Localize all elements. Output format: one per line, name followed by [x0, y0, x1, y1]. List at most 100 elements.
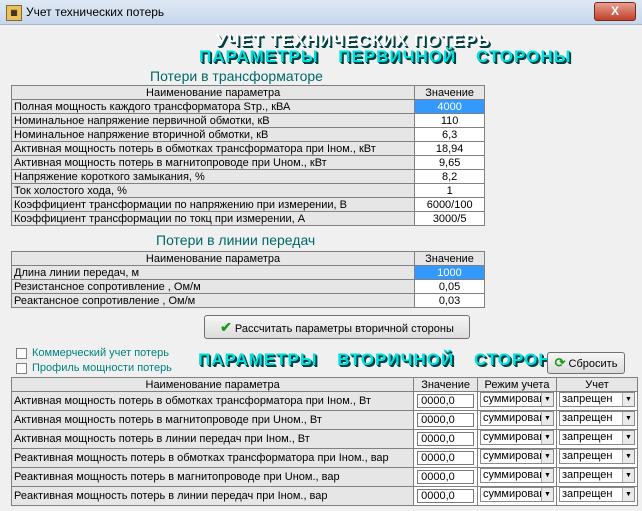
commercial-accounting-checkbox[interactable]: Коммерческий учет потерь: [16, 347, 169, 359]
col-header-account: Учет: [555, 377, 639, 392]
account-cell: запрещен ▼: [555, 410, 639, 430]
mode-cell: суммирован ▼: [476, 391, 557, 411]
transformer-table: Наименование параметра Значение Полная м…: [10, 85, 485, 226]
chevron-down-icon[interactable]: ▼: [621, 431, 634, 444]
param-value-cell[interactable]: 110: [414, 113, 485, 128]
param-value-cell[interactable]: 0,03: [414, 293, 485, 308]
mode-cell: суммирован ▼: [476, 429, 557, 449]
param-name: Резистансное сопротивление , Ом/м: [10, 279, 416, 294]
chevron-down-icon[interactable]: ▼: [540, 393, 553, 406]
table-row: Активная мощность потерь в обмотках тран…: [10, 391, 639, 411]
table-row: Полная мощность каждого трансформатора S…: [10, 99, 485, 114]
reset-button-label: Сбросить: [568, 358, 618, 370]
chevron-down-icon[interactable]: ▼: [540, 431, 553, 444]
calculate-secondary-button[interactable]: ✔ Рассчитать параметры вторичной стороны: [204, 315, 470, 339]
param-value-cell[interactable]: 3000/5: [414, 211, 485, 226]
mode-value: суммирован: [482, 412, 546, 424]
value-field[interactable]: 0000,0: [417, 413, 475, 427]
value-field[interactable]: 0000,0: [417, 489, 475, 503]
col-header-value: Значение: [414, 251, 485, 266]
chevron-down-icon[interactable]: ▼: [621, 469, 634, 482]
account-cell: запрещен ▼: [555, 486, 639, 506]
param-name: Активная мощность потерь в магнитопровод…: [10, 410, 415, 430]
col-header-name: Наименование параметра: [10, 251, 416, 266]
table-row: Активная мощность потерь в магнитопровод…: [10, 410, 639, 430]
chevron-down-icon[interactable]: ▼: [540, 469, 553, 482]
table-row: Номинальное напряжение вторичной обмотки…: [10, 127, 485, 142]
mode-value: суммирован: [482, 488, 546, 500]
param-name: Ток холостого хода, %: [10, 183, 416, 198]
account-dropdown[interactable]: запрещен ▼: [558, 468, 635, 483]
param-value-cell[interactable]: 0,05: [414, 279, 485, 294]
value-field[interactable]: 0000,0: [417, 451, 475, 465]
account-dropdown[interactable]: запрещен ▼: [558, 392, 635, 407]
param-value-cell[interactable]: 18,94: [414, 141, 485, 156]
account-value: запрещен: [561, 412, 613, 424]
account-cell: запрещен ▼: [555, 467, 639, 487]
refresh-icon: ⟳: [554, 355, 566, 370]
account-dropdown[interactable]: запрещен ▼: [558, 411, 635, 426]
param-name: Коэффициент трансформации по токц при из…: [10, 211, 416, 226]
param-name: Полная мощность каждого трансформатора S…: [10, 99, 416, 114]
mode-dropdown[interactable]: суммирован ▼: [479, 430, 554, 445]
chevron-down-icon[interactable]: ▼: [540, 488, 553, 501]
table-row: Реактансное сопротивление , Ом/м 0,03: [10, 293, 485, 308]
loss-profile-checkbox[interactable]: Профиль мощности потерь: [16, 362, 172, 374]
param-name: Коэффициент трансформации по напряжению …: [10, 197, 416, 212]
param-value-cell[interactable]: 4000: [414, 99, 485, 114]
value-field[interactable]: 0000,0: [417, 432, 475, 446]
param-name: Реактивная мощность потерь в линии перед…: [10, 486, 415, 506]
value-field[interactable]: 0000,0: [417, 394, 475, 408]
table-row: Активная мощность потерь в линии передач…: [10, 429, 639, 449]
account-value: запрещен: [561, 488, 613, 500]
value-cell: 0000,0: [413, 467, 478, 487]
account-dropdown[interactable]: запрещен ▼: [558, 487, 635, 502]
table-row: Номинальное напряжение первичной обмотки…: [10, 113, 485, 128]
table-row: Ток холостого хода, % 1: [10, 183, 485, 198]
client-area: УЧЕТ ТЕХНИЧЕСКИХ ПОТЕРЬ ПАРАМЕТРЫ ПЕРВИЧ…: [2, 25, 640, 509]
account-cell: запрещен ▼: [555, 429, 639, 449]
chevron-down-icon[interactable]: ▼: [540, 412, 553, 425]
app-icon: ▦: [6, 5, 22, 21]
param-value-cell[interactable]: 6,3: [414, 127, 485, 142]
chevron-down-icon[interactable]: ▼: [621, 412, 634, 425]
param-name: Напряжение короткого замыкания, %: [10, 169, 416, 184]
value-cell: 0000,0: [413, 410, 478, 430]
param-name: Реактивная мощность потерь в обмотках тр…: [10, 448, 415, 468]
value-cell: 0000,0: [413, 429, 478, 449]
account-dropdown[interactable]: запрещен ▼: [558, 430, 635, 445]
account-value: запрещен: [561, 393, 613, 405]
mode-dropdown[interactable]: суммирован ▼: [479, 449, 554, 464]
param-value-cell[interactable]: 1: [414, 183, 485, 198]
table-row: Напряжение короткого замыкания, % 8,2: [10, 169, 485, 184]
mode-value: суммирован: [482, 450, 546, 462]
table-row: Коэффициент трансформации по напряжению …: [10, 197, 485, 212]
mode-dropdown[interactable]: суммирован ▼: [479, 487, 554, 502]
param-name: Реактивная мощность потерь в магнитопров…: [10, 467, 415, 487]
mode-dropdown[interactable]: суммирован ▼: [479, 392, 554, 407]
table-row: Резистансное сопротивление , Ом/м 0,05: [10, 279, 485, 294]
col-header-name: Наименование параметра: [10, 85, 416, 100]
reset-button[interactable]: ⟳ Сбросить: [547, 352, 625, 374]
line-section-title: Потери в линии передач: [156, 232, 316, 248]
value-cell: 0000,0: [413, 486, 478, 506]
chevron-down-icon[interactable]: ▼: [540, 450, 553, 463]
param-value-cell[interactable]: 6000/100: [414, 197, 485, 212]
mode-dropdown[interactable]: суммирован ▼: [479, 468, 554, 483]
chevron-down-icon[interactable]: ▼: [621, 393, 634, 406]
chevron-down-icon[interactable]: ▼: [621, 488, 634, 501]
account-cell: запрещен ▼: [555, 391, 639, 411]
mode-value: суммирован: [482, 431, 546, 443]
param-name: Длина линии передач, м: [10, 265, 416, 280]
col-header-value: Значение: [414, 85, 485, 100]
secondary-params-table: Наименование параметра Значение Режим уч…: [10, 377, 639, 506]
account-dropdown[interactable]: запрещен ▼: [558, 449, 635, 464]
chevron-down-icon[interactable]: ▼: [621, 450, 634, 463]
close-button[interactable]: X: [594, 2, 636, 21]
param-value-cell[interactable]: 9,65: [414, 155, 485, 170]
table-row: Длина линии передач, м 1000: [10, 265, 485, 280]
value-field[interactable]: 0000,0: [417, 470, 475, 484]
param-value-cell[interactable]: 1000: [414, 265, 485, 280]
mode-dropdown[interactable]: суммирован ▼: [479, 411, 554, 426]
param-value-cell[interactable]: 8,2: [414, 169, 485, 184]
